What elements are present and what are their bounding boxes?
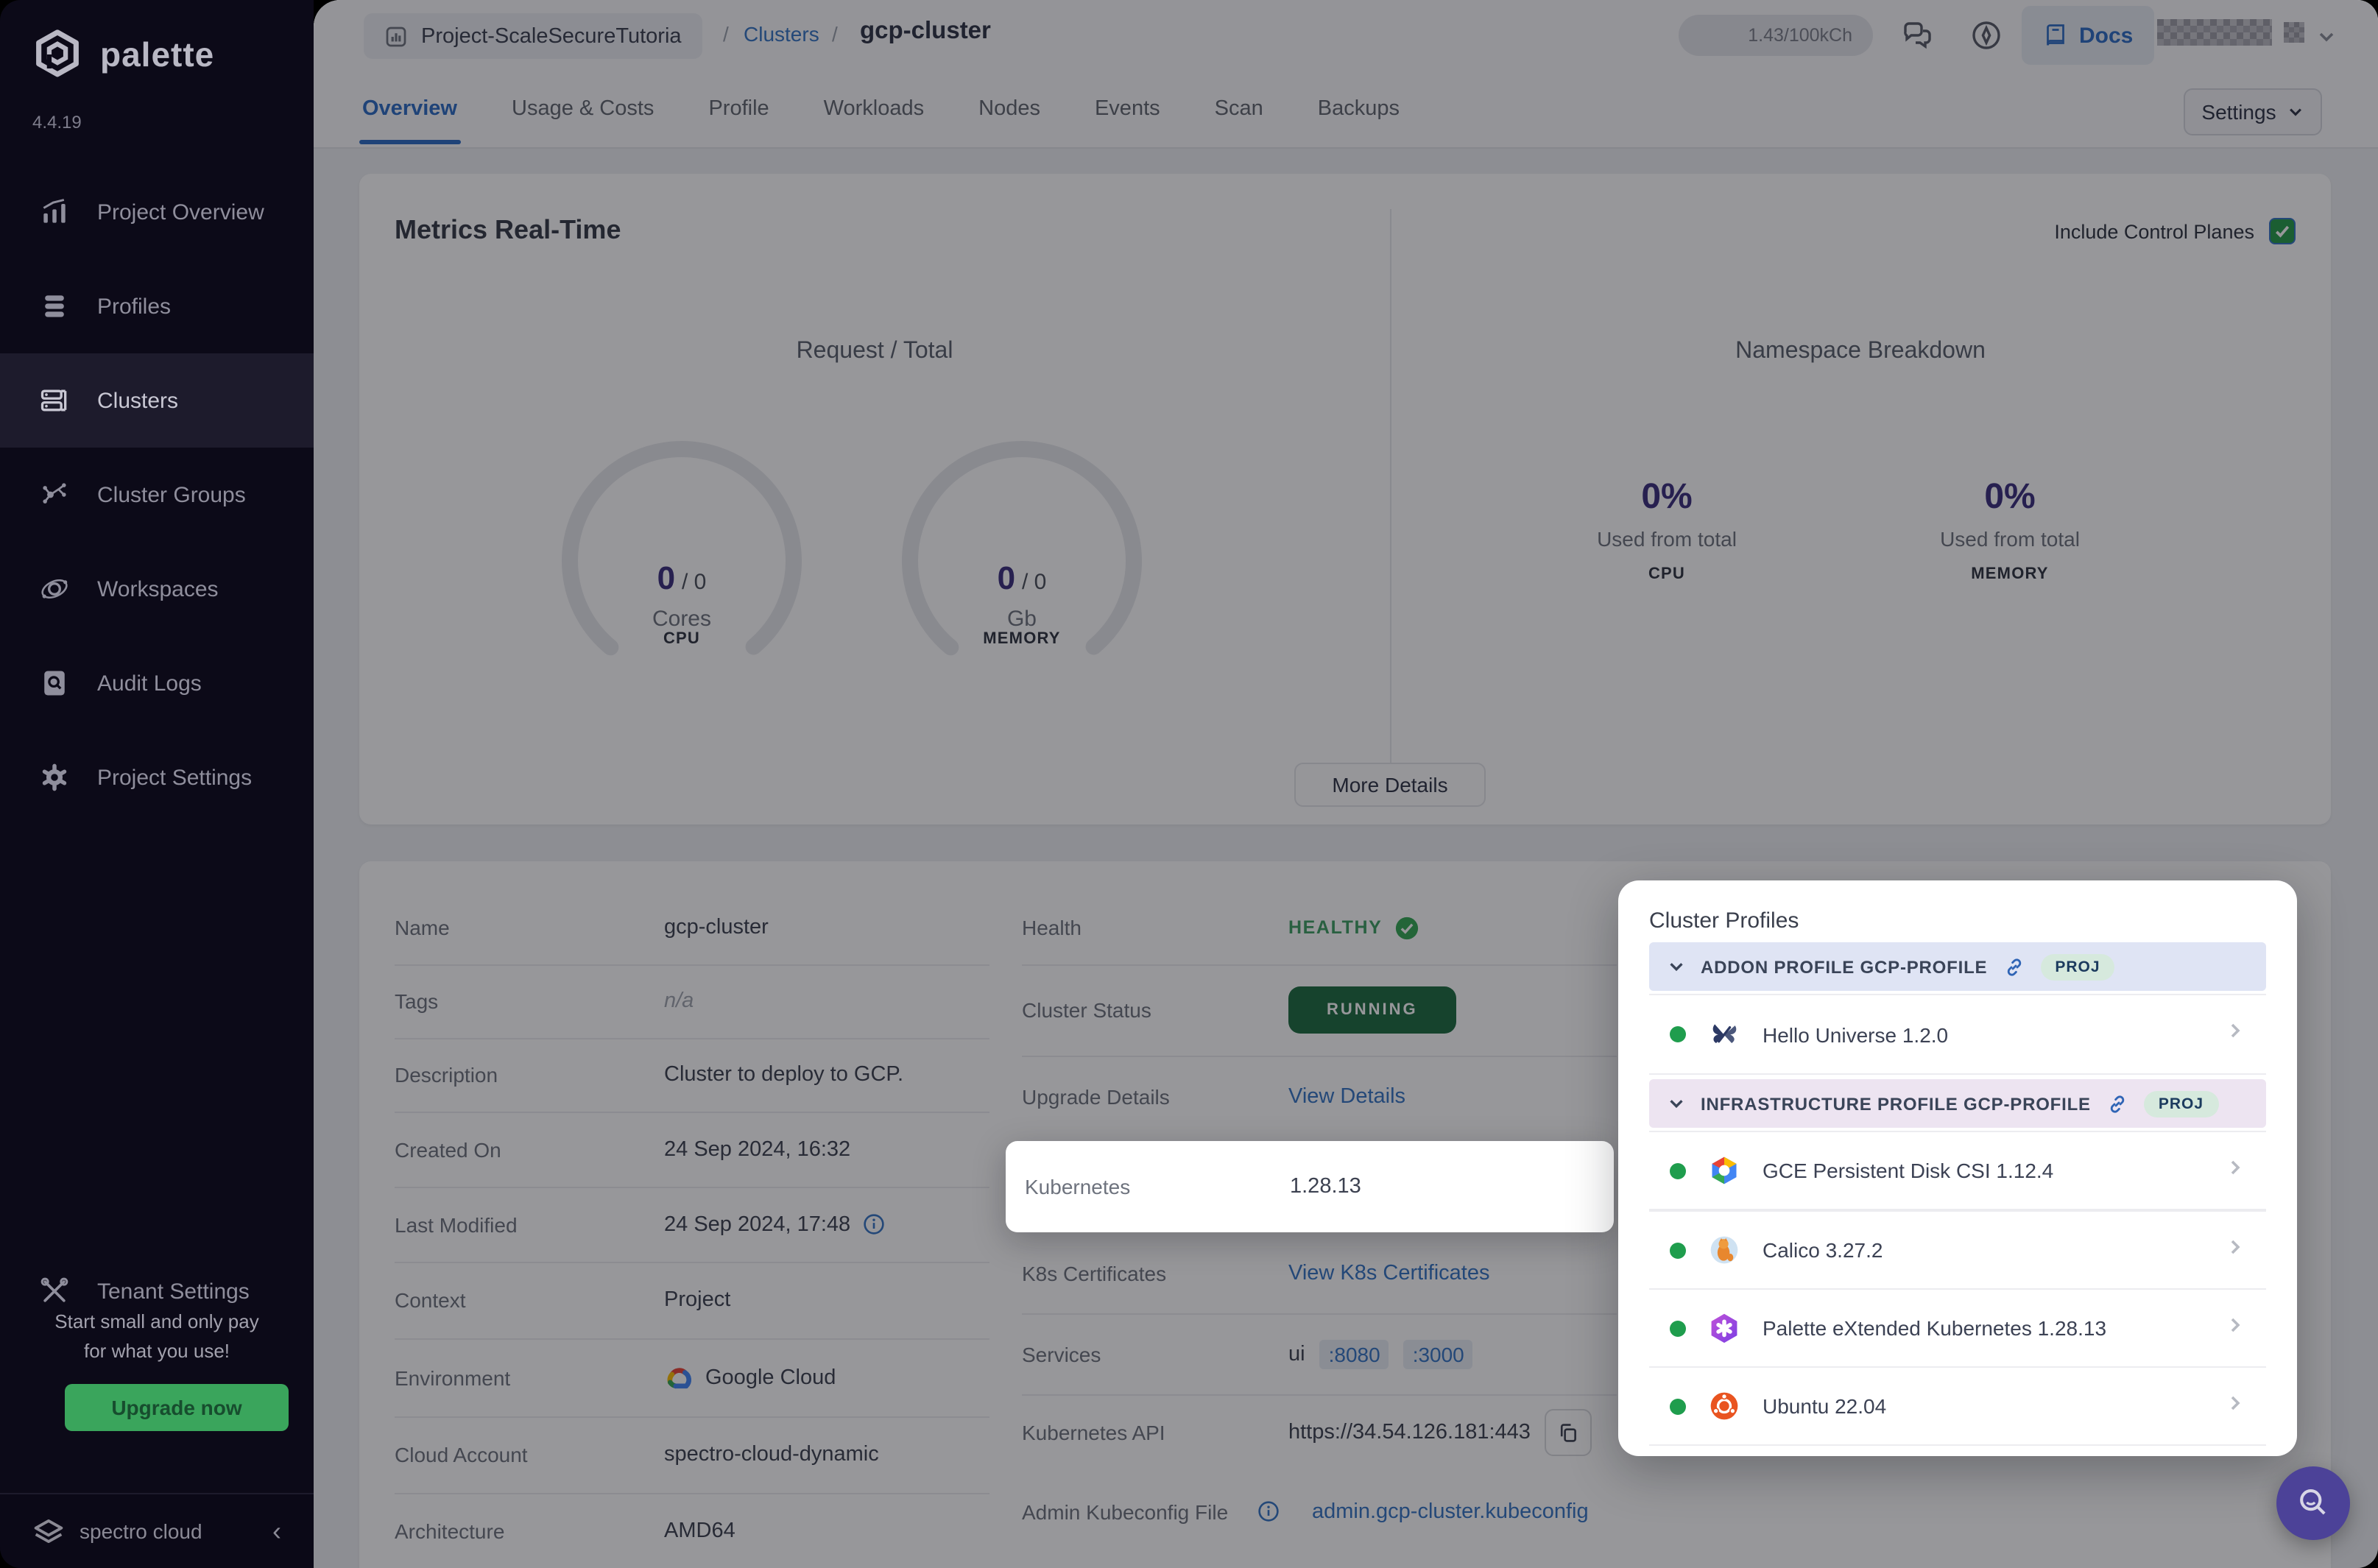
gear-icon <box>42 763 67 791</box>
profile-item-name: Palette eXtended Kubernetes 1.28.13 <box>1763 1316 2107 1340</box>
upgrade-now-button[interactable]: Upgrade now <box>65 1384 289 1431</box>
sidebar-item-project-overview[interactable]: Project Overview <box>0 165 314 259</box>
sidebar-item-cluster-groups[interactable]: Cluster Groups <box>0 448 314 542</box>
promo-line-2: for what you use! <box>84 1339 230 1361</box>
status-dot <box>1670 1398 1686 1414</box>
hello-universe-icon <box>1707 1017 1742 1052</box>
status-dot <box>1670 1026 1686 1042</box>
profile-item-ubuntu[interactable]: Ubuntu 22.04 <box>1649 1368 2266 1444</box>
profile-item-palette-extended-kubernetes[interactable]: Palette eXtended Kubernetes 1.28.13 <box>1649 1290 2266 1366</box>
proj-badge: PROJ <box>2143 1090 2219 1117</box>
chevron-right-icon <box>2225 1236 2245 1264</box>
cluster-profiles-panel: Cluster Profiles ADDON PROFILE GCP-PROFI… <box>1618 880 2297 1456</box>
palette-logo-icon <box>36 29 79 77</box>
profile-item-name: GCE Persistent Disk CSI 1.12.4 <box>1763 1159 2054 1182</box>
sidebar-item-audit-logs[interactable]: Audit Logs <box>0 636 314 730</box>
calico-icon <box>1707 1232 1742 1268</box>
palette-extended-kubernetes-icon <box>1707 1310 1742 1346</box>
profile-item-name: Ubuntu 22.04 <box>1763 1394 1887 1418</box>
proj-badge: PROJ <box>2040 953 2115 980</box>
profile-item-gce-disk-csi[interactable]: GCE Persistent Disk CSI 1.12.4 <box>1649 1132 2266 1209</box>
layers-icon <box>45 295 64 317</box>
sidebar-footer: spectro cloud ‹ <box>0 1493 314 1568</box>
sidebar-item-label: Audit Logs <box>97 671 202 696</box>
chevron-right-icon <box>2225 1392 2245 1420</box>
link-icon <box>2110 1095 2125 1112</box>
section-header-label: INFRASTRUCTURE PROFILE GCP-PROFILE <box>1701 1093 2091 1114</box>
sidebar-item-label: Project Settings <box>97 765 253 790</box>
palette-logo: palette <box>29 27 214 82</box>
sidebar-item-label: Profiles <box>97 294 172 319</box>
search-icon <box>2300 1489 2326 1515</box>
app-window: palette 4.4.19 Project Overview Profiles <box>0 0 2378 1568</box>
sidebar-item-clusters[interactable]: Clusters <box>0 353 314 448</box>
chevron-right-icon <box>2225 1020 2245 1048</box>
sidebar: palette 4.4.19 Project Overview Profiles <box>0 0 314 1568</box>
ubuntu-icon <box>1707 1388 1742 1424</box>
link-icon <box>2007 958 2021 975</box>
upgrade-promo-text: Start small and only pay for what you us… <box>0 1307 314 1365</box>
spectro-cloud-logo <box>34 1519 63 1544</box>
bar-chart-icon <box>43 199 66 223</box>
sidebar-item-label: Workspaces <box>97 576 219 601</box>
sidebar-item-project-settings[interactable]: Project Settings <box>0 730 314 824</box>
sidebar-item-label: Tenant Settings <box>97 1279 250 1304</box>
profile-item-name: Hello Universe 1.2.0 <box>1763 1023 1949 1046</box>
search-assist-button[interactable] <box>2276 1466 2350 1540</box>
chevron-down-icon <box>1670 1100 1683 1109</box>
profile-item-calico[interactable]: Calico 3.27.2 <box>1649 1212 2266 1288</box>
sidebar-nav: Project Overview Profiles Clusters Clust… <box>0 165 314 824</box>
orbit-icon <box>41 579 68 599</box>
status-dot <box>1670 1320 1686 1336</box>
chevron-right-icon <box>2225 1156 2245 1184</box>
chevron-right-icon <box>2225 1314 2245 1342</box>
promo-line-1: Start small and only pay <box>54 1310 259 1332</box>
brand-name: spectro cloud <box>80 1519 202 1543</box>
main-content: Project-ScaleSecureTutoria / Clusters / … <box>314 0 2378 1568</box>
gce-persistent-disk-icon <box>1707 1153 1742 1188</box>
sidebar-item-profiles[interactable]: Profiles <box>0 259 314 353</box>
sidebar-item-workspaces[interactable]: Workspaces <box>0 542 314 636</box>
profile-item-hello-universe[interactable]: Hello Universe 1.2.0 <box>1649 995 2266 1073</box>
logo-wordmark: palette <box>100 35 215 73</box>
detail-label: Kubernetes <box>1025 1175 1131 1198</box>
infrastructure-profile-section-header[interactable]: INFRASTRUCTURE PROFILE GCP-PROFILE PROJ <box>1649 1079 2266 1128</box>
addon-profile-section-header[interactable]: ADDON PROFILE GCP-PROFILE PROJ <box>1649 942 2266 991</box>
section-header-label: ADDON PROFILE GCP-PROFILE <box>1701 956 1988 977</box>
kubernetes-version-value: 1.28.13 <box>1290 1175 1361 1198</box>
status-dot <box>1670 1242 1686 1258</box>
kubernetes-version-spotlight: Kubernetes 1.28.13 <box>1006 1141 1614 1232</box>
status-dot <box>1670 1162 1686 1179</box>
sidebar-item-label: Cluster Groups <box>97 482 246 507</box>
doc-search-icon <box>44 671 65 696</box>
collapse-sidebar-icon[interactable]: ‹ <box>272 1516 281 1547</box>
network-icon <box>43 483 66 504</box>
chevron-down-icon <box>1670 963 1683 972</box>
sidebar-item-label: Clusters <box>97 388 179 413</box>
clusters-icon <box>40 389 67 412</box>
profile-item-name: Calico 3.27.2 <box>1763 1238 1883 1262</box>
app-version: 4.4.19 <box>32 112 82 133</box>
sidebar-item-label: Project Overview <box>97 199 264 225</box>
tools-icon <box>40 1277 68 1302</box>
cluster-profiles-title: Cluster Profiles <box>1649 908 1799 933</box>
